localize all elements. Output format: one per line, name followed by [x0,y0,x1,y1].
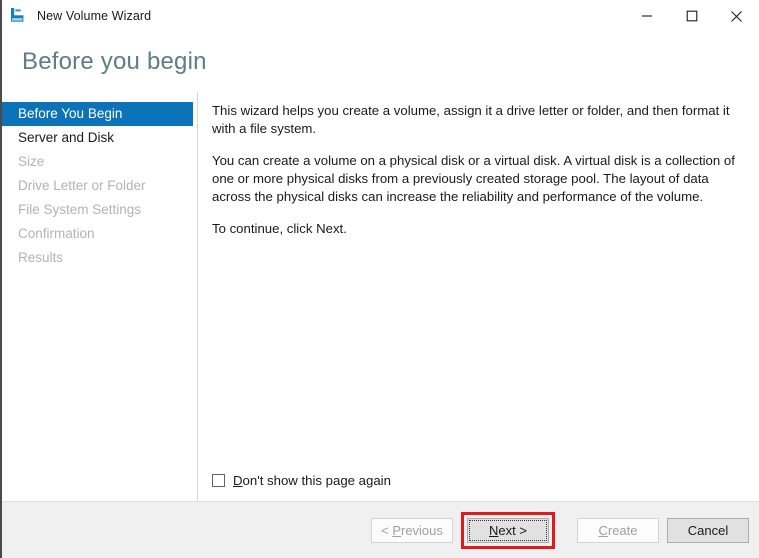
intro-paragraph-3: To continue, click Next. [212,221,347,236]
dont-show-again-row[interactable]: Don't show this page again [212,473,391,488]
dont-show-again-accelerator: D [233,473,243,488]
wizard-footer: < Previous Next > Create Cancel [2,501,759,558]
intro-paragraph-2: You can create a volume on a physical di… [212,153,735,204]
wizard-content: This wizard helps you create a volume, a… [198,92,759,501]
next-button-accelerator: N [489,522,499,538]
next-button-label: Next > [489,523,527,538]
nav-step-size: Size [18,154,45,169]
next-button-text: ext > [498,522,527,538]
close-icon [731,10,742,22]
close-button[interactable] [714,0,759,32]
next-button-highlight-annotation: Next > [461,511,555,549]
create-button-text: reate [607,522,638,538]
minimize-icon [641,15,652,17]
cancel-button[interactable]: Cancel [667,517,749,543]
previous-button-text: revious [400,522,443,538]
cancel-button-text: Cancel [687,522,729,538]
next-button-slot: Next > [461,511,555,549]
nav-step-confirmation: Confirmation [18,226,95,241]
previous-button-accelerator: P [392,522,401,538]
previous-button-label: < Previous [381,523,443,538]
create-button-label: Create [598,523,637,538]
page-title: Before you begin [22,48,207,75]
nav-step-results: Results [18,250,64,265]
previous-button-slot: < Previous [371,517,453,543]
maximize-button[interactable] [669,0,714,32]
dont-show-again-label: Don't show this page again [233,473,391,488]
create-button-slot: Create [577,517,659,543]
wizard-step-nav: Before You Begin Server and Disk Size Drive… [2,92,198,501]
cancel-button-slot: Cancel [667,517,749,543]
create-button-accelerator: C [598,522,608,538]
dont-show-again-label-rest: on't show this page again [242,473,391,488]
volume-wizard-icon [11,8,24,22]
window-title: New Volume Wizard [37,9,152,23]
nav-step-file-system-settings: File System Settings [18,202,142,217]
dont-show-again-checkbox[interactable] [212,474,225,487]
new-volume-wizard-window: New Volume Wizard Before you begin Befor… [0,0,759,558]
previous-button-prefix: < [381,522,393,538]
next-button[interactable]: Next > [467,517,549,543]
create-button: Create [577,517,659,543]
previous-button: < Previous [371,517,453,543]
intro-paragraph-1: This wizard helps you create a volume, a… [212,103,730,136]
wizard-body: Before You Begin Server and Disk Size Drive… [2,92,759,501]
title-bar: New Volume Wizard [2,0,759,32]
cancel-button-label: Cancel [688,523,728,538]
nav-step-drive-letter-or-folder: Drive Letter or Folder [18,178,146,193]
minimize-button[interactable] [624,0,669,32]
window-controls [624,0,759,32]
nav-step-server-and-disk[interactable]: Server and Disk [2,126,197,150]
page-header: Before you begin [2,32,759,92]
maximize-icon [686,10,697,22]
nav-step-before-you-begin[interactable]: Before You Begin [2,102,193,126]
